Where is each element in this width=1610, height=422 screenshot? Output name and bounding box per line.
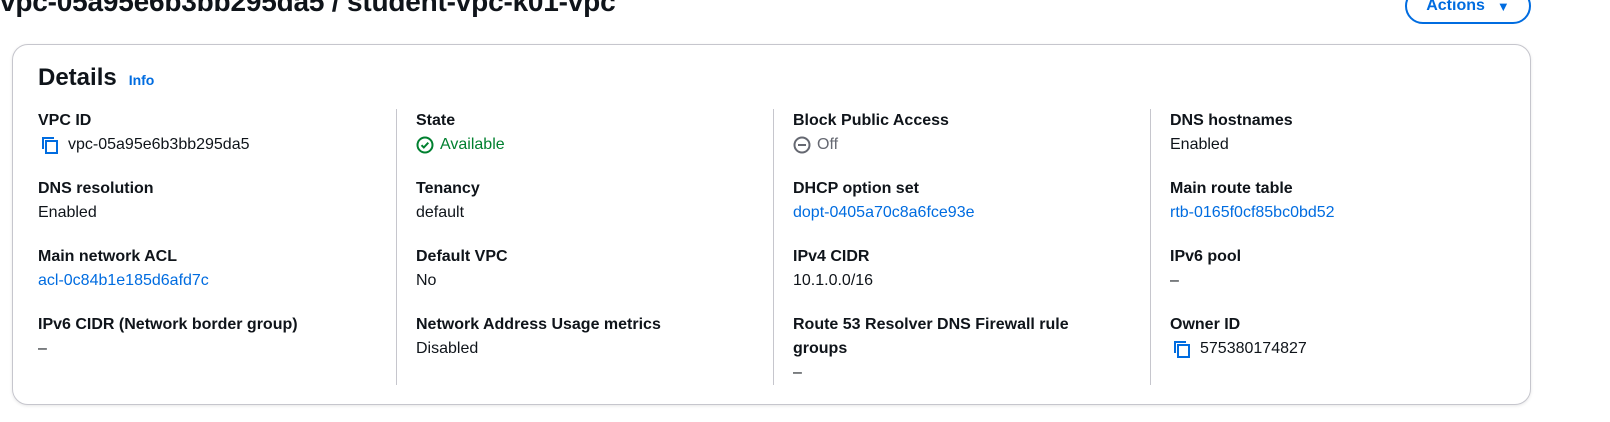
default-vpc-field: Default VPC No	[416, 245, 774, 293]
dns-resolution-field: DNS resolution Enabled	[38, 177, 396, 225]
owner-id-value: 575380174827	[1200, 340, 1307, 357]
status-success-icon	[416, 136, 434, 154]
dhcp-option-set-field: DHCP option set dopt-0405a70c8a6fce93e	[793, 177, 1151, 225]
state-label: State	[416, 112, 456, 129]
network-address-usage-value: Disabled	[416, 340, 479, 357]
caret-down-icon: ▼	[1496, 0, 1510, 14]
default-vpc-value: No	[416, 272, 437, 289]
main-route-table-link[interactable]: rtb-0165f0cf85bc0bd52	[1170, 204, 1335, 221]
status-off-icon	[793, 136, 811, 154]
owner-id-field: Owner ID 575380174827	[1170, 313, 1528, 361]
main-network-acl-field: Main network ACL acl-0c84b1e185d6afd7c	[38, 245, 396, 293]
copy-icon[interactable]	[1170, 337, 1194, 361]
details-column-1: VPC ID vpc-05a95e6b3bb295da5 DNS resolut…	[38, 109, 396, 385]
dhcp-option-set-label: DHCP option set	[793, 180, 919, 197]
state-value: Available	[440, 136, 505, 153]
state-field: State Available	[416, 109, 774, 157]
network-address-usage-label: Network Address Usage metrics	[416, 316, 661, 333]
dns-hostnames-value: Enabled	[1170, 136, 1229, 153]
tenancy-value: default	[416, 204, 465, 221]
route53-resolver-value: –	[793, 364, 802, 381]
info-link[interactable]: Info	[129, 72, 155, 88]
details-column-2: State Available Tenancy default Default	[396, 109, 774, 385]
vpc-id-field: VPC ID vpc-05a95e6b3bb295da5	[38, 109, 396, 157]
route53-resolver-field: Route 53 Resolver DNS Firewall rule grou…	[793, 313, 1151, 385]
details-grid: VPC ID vpc-05a95e6b3bb295da5 DNS resolut…	[38, 109, 1530, 404]
default-vpc-label: Default VPC	[416, 248, 508, 265]
actions-button[interactable]: Actions ▼	[1405, 0, 1531, 24]
dhcp-option-set-link[interactable]: dopt-0405a70c8a6fce93e	[793, 204, 975, 221]
vpc-id-value: vpc-05a95e6b3bb295da5	[68, 136, 250, 153]
page-title: vpc-05a95e6b3bb295da5 / student-vpc-k01-…	[0, 0, 616, 17]
main-network-acl-link[interactable]: acl-0c84b1e185d6afd7c	[38, 272, 209, 289]
ipv6-pool-label: IPv6 pool	[1170, 248, 1242, 265]
ipv4-cidr-field: IPv4 CIDR 10.1.0.0/16	[793, 245, 1151, 293]
dns-hostnames-field: DNS hostnames Enabled	[1170, 109, 1528, 157]
main-route-table-field: Main route table rtb-0165f0cf85bc0bd52	[1170, 177, 1528, 225]
tenancy-label: Tenancy	[416, 180, 480, 197]
block-public-access-value: Off	[817, 136, 839, 153]
vpc-id-label: VPC ID	[38, 112, 92, 129]
ipv6-pool-value: –	[1170, 272, 1179, 289]
ipv4-cidr-label: IPv4 CIDR	[793, 248, 870, 265]
ipv6-cidr-field: IPv6 CIDR (Network border group) –	[38, 313, 396, 361]
main-route-table-label: Main route table	[1170, 180, 1293, 197]
block-public-access-field: Block Public Access Off	[793, 109, 1151, 157]
dns-resolution-value: Enabled	[38, 204, 97, 221]
dns-hostnames-label: DNS hostnames	[1170, 112, 1293, 129]
copy-icon[interactable]	[38, 133, 62, 157]
block-public-access-label: Block Public Access	[793, 112, 949, 129]
network-address-usage-field: Network Address Usage metrics Disabled	[416, 313, 774, 361]
details-header: Details Info	[38, 64, 154, 92]
ipv6-pool-field: IPv6 pool –	[1170, 245, 1528, 293]
details-title: Details	[38, 64, 117, 91]
ipv6-cidr-value: –	[38, 340, 47, 357]
main-network-acl-label: Main network ACL	[38, 248, 177, 265]
ipv6-cidr-label: IPv6 CIDR (Network border group)	[38, 316, 298, 333]
owner-id-label: Owner ID	[1170, 316, 1241, 333]
route53-resolver-label: Route 53 Resolver DNS Firewall rule grou…	[793, 316, 1069, 357]
dns-resolution-label: DNS resolution	[38, 180, 154, 197]
actions-label: Actions	[1426, 0, 1485, 14]
ipv4-cidr-value: 10.1.0.0/16	[793, 272, 874, 289]
details-panel: Details Info VPC ID vpc-05a95e6b3bb295da…	[12, 44, 1531, 405]
details-column-3: Block Public Access Off DHCP option set …	[773, 109, 1151, 385]
tenancy-field: Tenancy default	[416, 177, 774, 225]
details-column-4: DNS hostnames Enabled Main route table r…	[1150, 109, 1528, 385]
